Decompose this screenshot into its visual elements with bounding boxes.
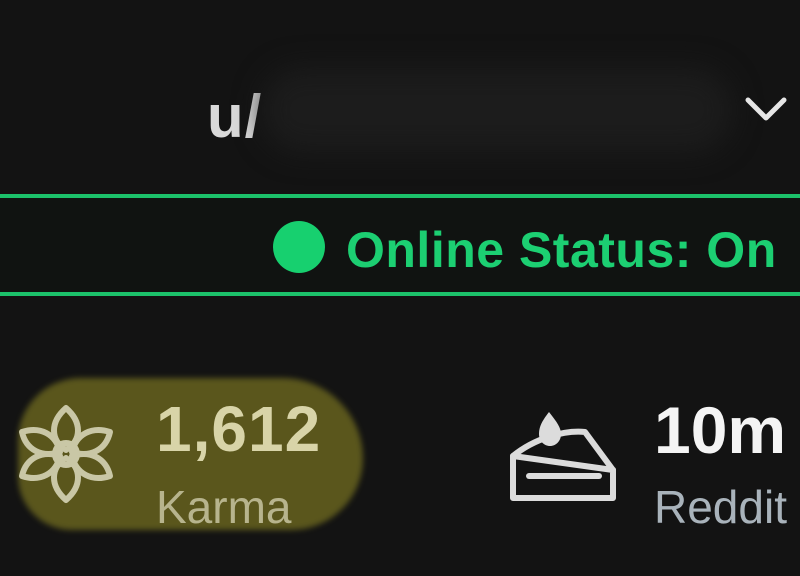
reddit-age-label: Reddit xyxy=(654,481,787,533)
karma-label: Karma xyxy=(156,481,292,533)
username-redacted xyxy=(262,68,732,152)
username-selector[interactable]: u/ xyxy=(0,60,800,160)
online-dot-icon xyxy=(273,221,325,273)
reddit-age-value: 10m xyxy=(654,393,787,467)
cake-icon xyxy=(510,412,616,501)
karma-flower-icon xyxy=(19,405,113,503)
online-status-toggle[interactable]: Online Status: On xyxy=(0,194,800,296)
online-status-label: Online Status: On xyxy=(346,222,777,278)
karma-value: 1,612 xyxy=(156,393,322,465)
profile-drawer: u/ Online Status: On 1,612 Karma 10m Red… xyxy=(0,0,800,576)
chevron-down-icon[interactable] xyxy=(742,86,790,130)
username-prefix: u/ xyxy=(207,83,263,150)
